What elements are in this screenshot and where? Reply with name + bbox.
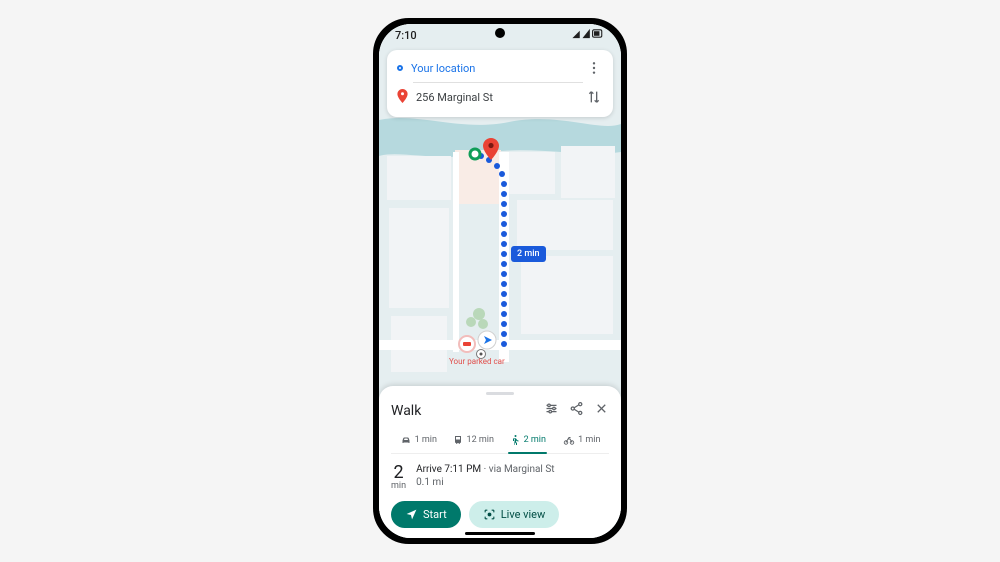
tab-transit[interactable]: 12 min xyxy=(446,428,501,453)
directions-card: Your location 256 Marginal St xyxy=(387,50,613,117)
route-time-chip: 2 min xyxy=(511,246,546,262)
tab-drive[interactable]: 1 min xyxy=(391,428,446,453)
close-icon[interactable] xyxy=(594,401,609,420)
sheet-grab-handle[interactable] xyxy=(486,392,514,395)
swap-icon[interactable] xyxy=(583,86,605,108)
tab-walk[interactable]: 2 min xyxy=(500,428,555,453)
destination-field[interactable]: 256 Marginal St xyxy=(416,91,575,104)
phone-frame: 2 min Your parked car 7:10 Your location xyxy=(373,18,627,544)
mode-tabs: 1 min 12 min 2 min 1 min xyxy=(391,428,609,454)
start-button[interactable]: Start xyxy=(391,501,461,528)
tab-drive-label: 1 min xyxy=(415,435,437,445)
more-icon[interactable] xyxy=(583,57,605,79)
home-indicator[interactable] xyxy=(465,532,535,535)
start-button-label: Start xyxy=(423,508,447,521)
share-icon[interactable] xyxy=(569,401,584,420)
sheet-title: Walk xyxy=(391,403,544,419)
status-indicators xyxy=(571,28,605,42)
tab-bike[interactable]: 1 min xyxy=(555,428,610,453)
options-icon[interactable] xyxy=(544,401,559,420)
route-duration-value: 2 xyxy=(393,464,403,482)
directions-sheet[interactable]: Walk 1 min 12 min xyxy=(379,386,621,538)
tab-bike-label: 1 min xyxy=(578,435,600,445)
arrive-label: Arrive 7:11 PM xyxy=(416,464,481,475)
distance-label: 0.1 mi xyxy=(416,477,554,488)
destination-pin-icon xyxy=(397,88,408,107)
route-duration-unit: min xyxy=(391,482,406,491)
live-view-button[interactable]: Live view xyxy=(469,501,560,528)
tab-transit-label: 12 min xyxy=(467,435,494,445)
status-time: 7:10 xyxy=(395,29,417,42)
live-view-button-label: Live view xyxy=(501,508,546,521)
tab-walk-label: 2 min xyxy=(524,435,546,445)
parked-car-label: Your parked car xyxy=(449,358,505,367)
route-duration: 2 min xyxy=(391,464,406,491)
via-label: · via Marginal St xyxy=(481,464,554,475)
origin-dot-icon xyxy=(397,65,403,71)
origin-field[interactable]: Your location xyxy=(411,62,575,75)
camera-punch-hole xyxy=(495,28,505,38)
